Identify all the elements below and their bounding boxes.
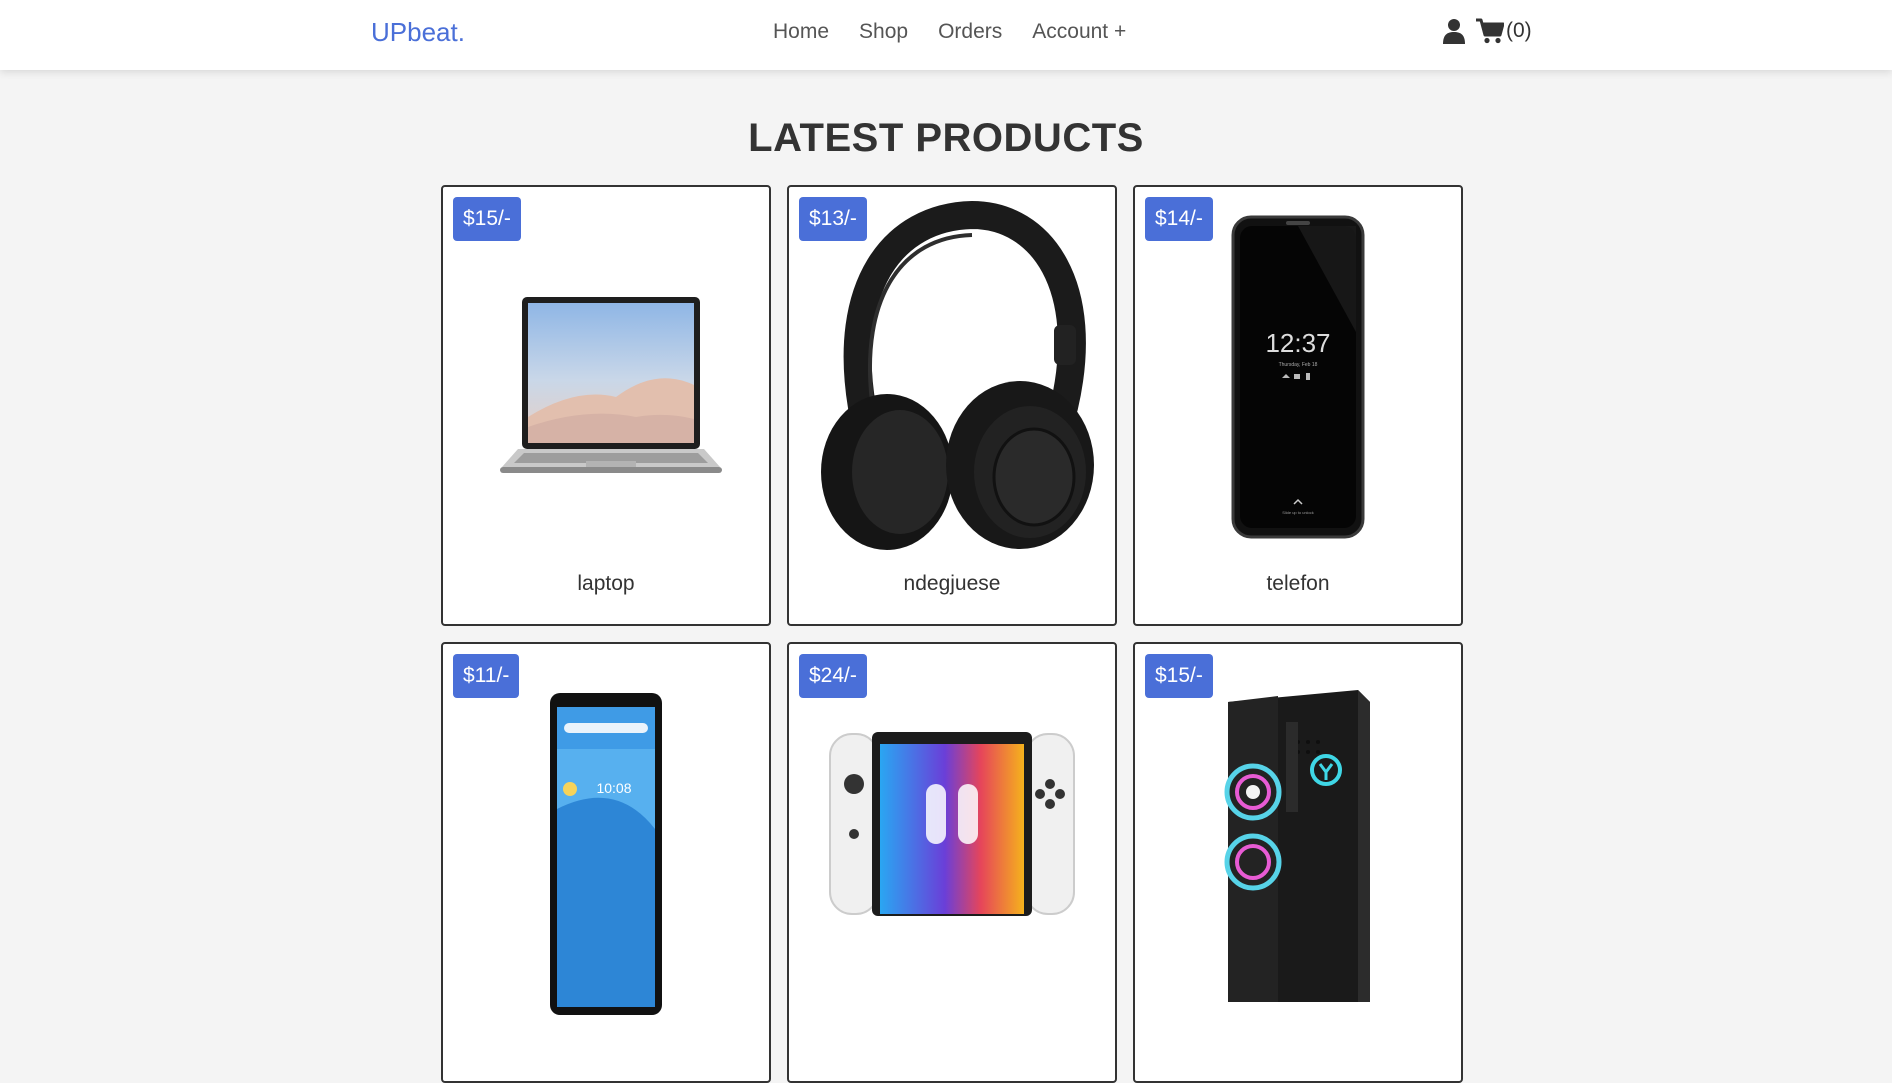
nav-account[interactable]: Account + [1032, 20, 1126, 44]
product-card[interactable]: $15/- [1133, 642, 1463, 1083]
unlock-hint: Slide up to unlock [1282, 510, 1314, 515]
section-title: LATEST PRODUCTS [748, 116, 1144, 160]
nav-orders[interactable]: Orders [938, 20, 1002, 44]
product-name: laptop [577, 572, 635, 595]
site-header: UPbeat. Home Shop Orders Account + (0) [0, 0, 1892, 70]
brand-logo[interactable]: UPbeat. [371, 17, 465, 48]
headphones-image[interactable] [789, 197, 1115, 557]
phone-clock: 12:37 [1265, 328, 1330, 358]
price-badge: $11/- [453, 654, 520, 698]
product-card[interactable]: $11/- 10:08 [441, 642, 771, 1083]
price-badge: $13/- [799, 197, 867, 241]
product-card[interactable]: $24/- [787, 642, 1117, 1083]
cart-count: (0) [1506, 19, 1532, 42]
price-badge: $24/- [799, 654, 867, 698]
price-badge: $14/- [1145, 197, 1213, 241]
product-name: ndegjuese [903, 572, 1001, 595]
smartphone-image[interactable]: 12:37 Thursday, Feb 18 Slide up to unloc… [1135, 197, 1461, 557]
user-icon[interactable] [1442, 18, 1466, 44]
main-nav: Home Shop Orders Account + [773, 20, 1126, 44]
nav-home[interactable]: Home [773, 20, 829, 44]
phone-date: Thursday, Feb 18 [1279, 362, 1318, 368]
header-actions: (0) [1442, 18, 1532, 44]
price-badge: $15/- [1145, 654, 1213, 698]
product-grid: $15/- laptop $13/- ndegjuese $14/- 12:37… [441, 185, 1463, 1083]
product-card[interactable]: $15/- laptop [441, 185, 771, 626]
product-card[interactable]: $14/- 12:37 Thursday, Feb 18 Slide up to… [1133, 185, 1463, 626]
laptop-image[interactable] [443, 197, 769, 557]
tablet-image[interactable]: 10:08 [443, 654, 769, 1015]
nav-shop[interactable]: Shop [859, 20, 908, 44]
tablet-clock: 10:08 [596, 780, 631, 796]
game-console-image[interactable] [789, 654, 1115, 1014]
product-name: telefon [1266, 572, 1330, 595]
cart-button[interactable]: (0) [1476, 18, 1532, 44]
desktop-pc-image[interactable] [1135, 654, 1461, 1014]
price-badge: $15/- [453, 197, 521, 241]
shopping-cart-icon [1476, 18, 1504, 44]
product-card[interactable]: $13/- ndegjuese [787, 185, 1117, 626]
